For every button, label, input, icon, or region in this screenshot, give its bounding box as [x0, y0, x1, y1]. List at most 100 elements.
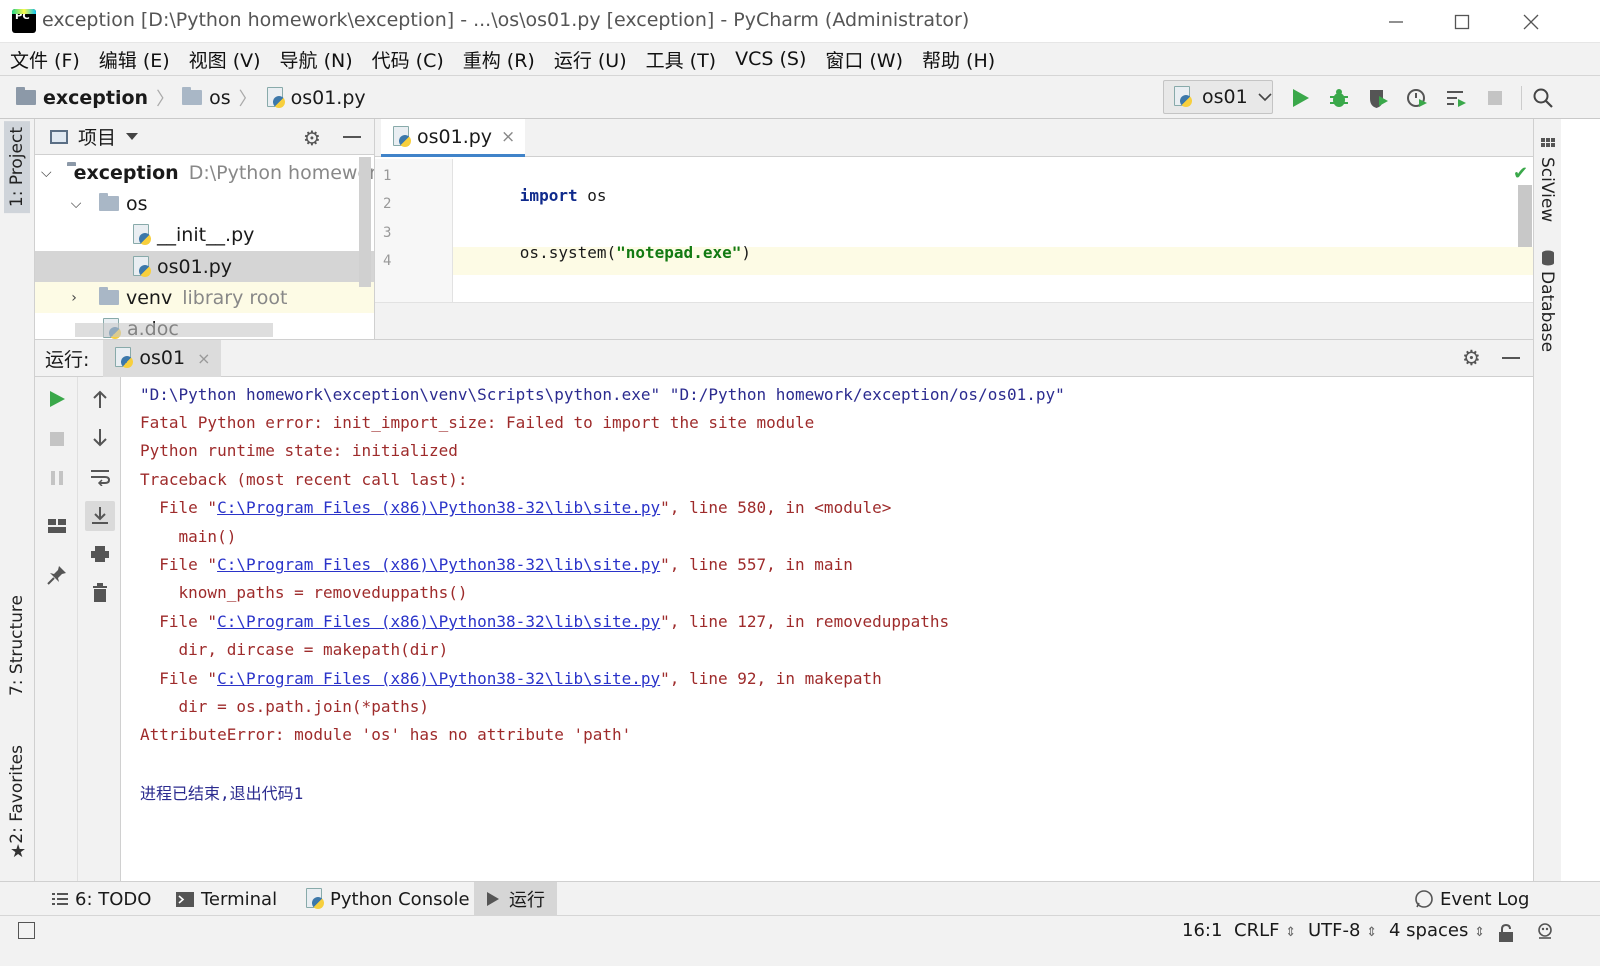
menu-help[interactable]: 帮助 (H): [922, 46, 1005, 73]
tool-button-event-log[interactable]: Event Log: [1414, 882, 1529, 916]
tool-button-run[interactable]: 运行: [474, 882, 557, 916]
tool-tab-sciview[interactable]: SciView: [1537, 157, 1557, 222]
tool-button-todo[interactable]: 6: TODO: [52, 882, 151, 916]
run-toolbar-secondary: [78, 377, 121, 882]
tool-button-terminal[interactable]: Terminal: [176, 882, 277, 916]
menu-vcs[interactable]: VCS (S): [735, 48, 816, 70]
close-tab-icon[interactable]: ×: [197, 349, 210, 368]
rerun-icon[interactable]: [44, 386, 70, 412]
status-line-separator-label: CRLF: [1234, 920, 1280, 941]
trash-icon[interactable]: [87, 580, 113, 606]
breadcrumb-file[interactable]: os01.py: [265, 76, 366, 119]
console-file-link[interactable]: C:\Program Files (x86)\Python38-32\lib\s…: [217, 612, 660, 631]
breadcrumb-folder-label: os: [209, 86, 231, 109]
inspector-icon[interactable]: [1535, 922, 1555, 947]
arrow-up-icon[interactable]: [87, 386, 113, 412]
menu-navigate[interactable]: 导航 (N): [280, 46, 363, 73]
run-concurrency-icon[interactable]: [1442, 84, 1470, 112]
tool-button-label: Event Log: [1440, 888, 1530, 910]
tree-item-venv[interactable]: › venv library root: [35, 282, 374, 313]
menu-view[interactable]: 视图 (V): [189, 46, 271, 73]
editor-tab-bar: os01.py ×: [375, 119, 1533, 157]
event-log-icon: [1415, 890, 1433, 908]
status-indent[interactable]: 4 spaces ⇕: [1389, 920, 1485, 941]
toggle-tool-windows-icon[interactable]: [18, 922, 35, 939]
run-configuration-select[interactable]: os01: [1163, 80, 1273, 114]
chevron-down-icon[interactable]: [126, 132, 139, 141]
stop-icon[interactable]: [1481, 84, 1509, 112]
breadcrumb-folder[interactable]: os: [182, 76, 231, 119]
console-file-link[interactable]: C:\Program Files (x86)\Python38-32\lib\s…: [217, 669, 660, 688]
layout-icon[interactable]: [44, 513, 70, 539]
pause-icon[interactable]: [44, 465, 70, 491]
scroll-to-end-icon[interactable]: [85, 501, 115, 531]
run-icon[interactable]: [1286, 84, 1314, 112]
stop-icon[interactable]: [44, 426, 70, 452]
minimize-panel-icon[interactable]: [1502, 357, 1520, 359]
tree-item-init[interactable]: __init__.py: [35, 219, 374, 250]
status-caret-position[interactable]: 16:1: [1182, 920, 1222, 941]
console-line: main(): [140, 526, 237, 546]
run-tab-os01[interactable]: os01 ×: [103, 339, 221, 377]
tool-tab-project[interactable]: 1: Project: [4, 121, 30, 214]
menu-window[interactable]: 窗口 (W): [825, 46, 913, 73]
horizontal-scrollbar[interactable]: [75, 323, 273, 337]
menu-run[interactable]: 运行 (U): [554, 46, 637, 73]
arrow-down-icon[interactable]: [87, 425, 113, 451]
tool-button-python-console[interactable]: Python Console: [304, 882, 470, 916]
tool-tab-structure[interactable]: 7: Structure: [4, 589, 30, 702]
menu-edit[interactable]: 编辑 (E): [99, 46, 180, 73]
logo-text: PC: [15, 11, 30, 22]
breadcrumb-project[interactable]: exception: [16, 76, 148, 119]
chevron-down-icon: [1258, 93, 1272, 102]
editor-tab-os01[interactable]: os01.py ×: [381, 119, 526, 157]
run-with-coverage-icon[interactable]: [1364, 84, 1392, 112]
chevron-down-icon[interactable]: ⌵: [41, 165, 52, 181]
tree-item-os[interactable]: ⌵ os: [35, 188, 374, 219]
run-panel-label: 运行:: [45, 348, 90, 371]
breadcrumb-project-label: exception: [43, 86, 149, 109]
console-file-link[interactable]: C:\Program Files (x86)\Python38-32\lib\s…: [217, 555, 660, 574]
tree-item-os01[interactable]: os01.py: [35, 251, 374, 282]
menu-code[interactable]: 代码 (C): [372, 46, 454, 73]
debug-icon[interactable]: [1325, 84, 1353, 112]
gear-icon[interactable]: ⚙: [303, 126, 321, 150]
close-tab-icon[interactable]: ×: [501, 127, 515, 147]
updown-icon: ⇕: [1285, 925, 1297, 940]
search-icon[interactable]: [1529, 84, 1557, 112]
menu-refactor[interactable]: 重构 (R): [463, 46, 545, 73]
print-icon[interactable]: [87, 541, 113, 567]
menu-tools[interactable]: 工具 (T): [646, 46, 726, 73]
chevron-right-icon[interactable]: ›: [67, 290, 81, 306]
project-panel-title[interactable]: 项目: [78, 123, 116, 150]
close-icon[interactable]: [1498, 0, 1564, 43]
editor-scrollbar[interactable]: [1518, 185, 1532, 247]
console-output[interactable]: "D:\Python homework\exception\venv\Scrip…: [140, 380, 1530, 806]
console-file-link[interactable]: C:\Program Files (x86)\Python38-32\lib\s…: [217, 498, 660, 517]
menu-file[interactable]: 文件 (F): [10, 46, 90, 73]
tool-tab-favorites[interactable]: 2: Favorites: [4, 739, 30, 850]
status-line-separator[interactable]: CRLF ⇕: [1234, 920, 1296, 941]
profile-icon[interactable]: [1403, 84, 1431, 112]
minimize-icon[interactable]: [1363, 0, 1429, 43]
pin-icon[interactable]: [44, 562, 70, 588]
soft-wrap-icon[interactable]: [87, 464, 113, 490]
tree-item-exception[interactable]: ⌵ exception D:\Python homework: [35, 157, 374, 188]
tool-tab-database[interactable]: Database: [1537, 271, 1557, 352]
run-panel-header: 运行: os01 × ⚙: [35, 339, 1533, 377]
tree-item-label: os: [126, 192, 148, 215]
lock-icon[interactable]: [1498, 923, 1514, 947]
gear-icon[interactable]: ⚙: [1462, 346, 1481, 370]
database-icon: [1541, 249, 1555, 271]
project-panel: 项目 ⚙ ⌵ exception D:\Python homework ⌵ os…: [35, 119, 375, 339]
python-console-icon: [304, 888, 324, 910]
tree-item-label: __init__.py: [157, 223, 255, 246]
chevron-down-icon[interactable]: ⌵: [69, 196, 83, 212]
minimize-panel-icon[interactable]: [343, 136, 361, 138]
python-file-icon: [131, 223, 151, 246]
updown-icon: ⇕: [1366, 925, 1378, 940]
maximize-icon[interactable]: [1429, 0, 1495, 43]
python-file-icon: [131, 255, 151, 278]
status-encoding[interactable]: UTF-8 ⇕: [1308, 920, 1377, 941]
vertical-scrollbar[interactable]: [359, 157, 371, 287]
